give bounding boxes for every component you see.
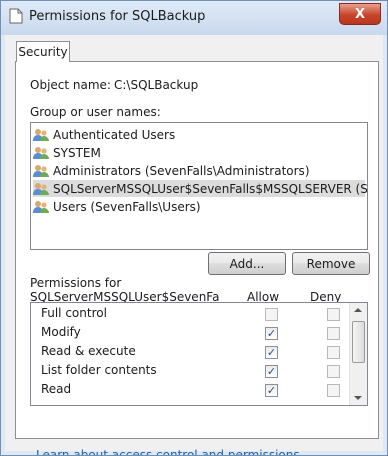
allow-checkbox-checked[interactable]: ✓ xyxy=(265,346,278,359)
close-button[interactable]: X xyxy=(339,3,381,25)
group-user-list[interactable]: Authenticated Users SYSTEM Administrator… xyxy=(30,122,368,250)
scroll-down-icon[interactable] xyxy=(354,396,362,400)
allow-checkbox-checked[interactable]: ✓ xyxy=(265,365,278,378)
deny-checkbox[interactable] xyxy=(327,308,340,321)
permission-row: Read ✓ xyxy=(31,380,349,399)
users-icon xyxy=(33,164,49,177)
permission-row: Read & execute ✓ xyxy=(31,342,349,361)
vertical-scrollbar[interactable] xyxy=(349,303,367,405)
permission-row: List folder contents ✓ xyxy=(31,361,349,380)
object-name-label: Object name: xyxy=(30,78,111,92)
scroll-thumb[interactable] xyxy=(352,321,365,363)
list-item[interactable]: Administrators (SevenFalls\Administrator… xyxy=(33,162,314,179)
permission-name: Modify xyxy=(41,325,81,339)
users-icon xyxy=(33,128,49,141)
deny-checkbox[interactable] xyxy=(327,384,340,397)
list-item-label: Administrators (SevenFalls\Administrator… xyxy=(53,163,310,178)
allow-checkbox-checked[interactable]: ✓ xyxy=(265,327,278,340)
allow-checkbox[interactable] xyxy=(265,308,278,321)
allow-checkbox-checked[interactable]: ✓ xyxy=(265,384,278,397)
deny-checkbox[interactable] xyxy=(327,327,340,340)
list-item[interactable]: Authenticated Users xyxy=(33,126,179,143)
deny-checkbox[interactable] xyxy=(327,365,340,378)
users-icon xyxy=(33,146,49,159)
deny-checkbox[interactable] xyxy=(327,346,340,359)
users-icon xyxy=(33,200,49,213)
access-control-help-link[interactable]: Learn about access control and permissio… xyxy=(36,448,300,455)
tab-security[interactable]: Security xyxy=(16,41,70,62)
list-item-label: SQLServerMSSQLUser$SevenFalls$MSSQLSERVE… xyxy=(53,181,368,196)
list-item-selected[interactable]: SQLServerMSSQLUser$SevenFalls$MSSQLSERVE… xyxy=(33,180,368,197)
close-icon: X xyxy=(354,6,366,22)
title-bar[interactable]: Permissions for SQLBackup X xyxy=(1,1,387,35)
permission-name: Full control xyxy=(41,306,107,320)
list-item-label: SYSTEM xyxy=(53,145,101,160)
permissions-dialog: Permissions for SQLBackup X Security Obj… xyxy=(0,0,388,456)
list-item-label: Users (SevenFalls\Users) xyxy=(53,199,201,214)
security-panel: Object name: C:\SQLBackup Group or user … xyxy=(15,61,379,455)
permissions-list[interactable]: Full control Modify ✓ Read & execute ✓ L… xyxy=(30,302,368,406)
dialog-body: Security Object name: C:\SQLBackup Group… xyxy=(5,35,383,455)
permission-row: Full control xyxy=(31,304,349,323)
scroll-up-icon[interactable] xyxy=(354,308,362,312)
list-item-label: Authenticated Users xyxy=(53,127,176,142)
tab-security-label: Security xyxy=(18,45,68,59)
add-button[interactable]: Add... xyxy=(208,252,286,275)
remove-button[interactable]: Remove xyxy=(292,252,370,275)
document-icon xyxy=(9,8,23,24)
object-name-value: C:\SQLBackup xyxy=(114,78,199,92)
list-item[interactable]: SYSTEM xyxy=(33,144,105,161)
permission-name: List folder contents xyxy=(41,363,157,377)
window-title: Permissions for SQLBackup xyxy=(29,9,206,24)
permission-name: Read & execute xyxy=(41,344,136,358)
users-icon xyxy=(33,182,49,195)
permission-row: Modify ✓ xyxy=(31,323,349,342)
permission-name: Read xyxy=(41,382,72,396)
permissions-label-line1: Permissions for xyxy=(30,276,122,290)
group-names-label: Group or user names: xyxy=(30,105,161,119)
list-item[interactable]: Users (SevenFalls\Users) xyxy=(33,198,205,215)
